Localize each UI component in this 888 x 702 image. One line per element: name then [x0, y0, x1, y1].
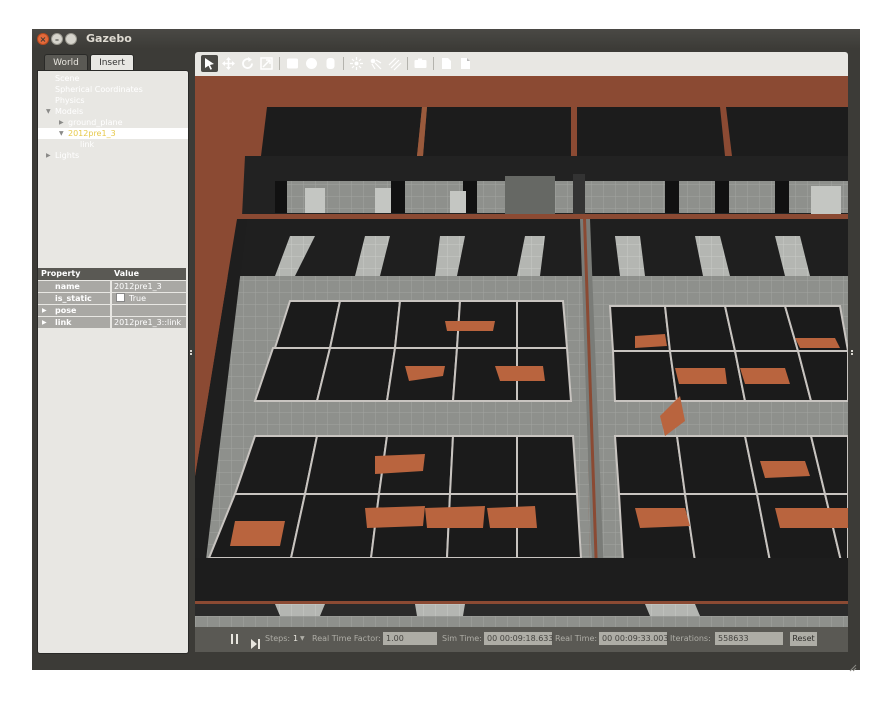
steps-value[interactable]: 1: [293, 634, 298, 643]
rotate-icon[interactable]: [239, 55, 256, 72]
sphere-icon[interactable]: [303, 55, 320, 72]
property-row-is-static[interactable]: is_static True: [38, 293, 186, 304]
collapsed-arrow-icon[interactable]: ▶: [42, 305, 47, 316]
iterations-label: Iterations:: [670, 634, 711, 643]
tree-item-label: link: [80, 140, 95, 149]
tree-item-label: ground_plane: [68, 118, 123, 127]
property-table: Property Value name 2012pre1_3 is_static…: [38, 268, 186, 328]
collapsed-arrow-icon[interactable]: ▶: [42, 317, 47, 328]
minimize-window-button[interactable]: –: [51, 33, 63, 45]
expanded-arrow-icon[interactable]: ▼: [59, 128, 64, 139]
resize-grip-icon[interactable]: [847, 657, 857, 672]
office-3d-scene: [195, 76, 848, 627]
translate-icon[interactable]: [220, 55, 237, 72]
cylinder-icon[interactable]: [322, 55, 339, 72]
is-static-checkbox[interactable]: [116, 293, 125, 302]
close-window-button[interactable]: ×: [37, 33, 49, 45]
property-key: is_static: [55, 294, 92, 303]
reset-button[interactable]: Reset: [790, 632, 817, 646]
property-key: name: [55, 282, 80, 291]
point-light-icon[interactable]: [348, 55, 365, 72]
real-time-label: Real Time:: [555, 634, 598, 643]
real-time-factor-field: 1.00: [383, 632, 437, 645]
tree-item-spherical-coordinates[interactable]: Spherical Coordinates: [38, 84, 188, 95]
select-arrow-icon[interactable]: [201, 55, 218, 72]
tree-item-scene[interactable]: Scene: [38, 73, 188, 84]
simulation-status-bar: Steps: 1 ▼ Real Time Factor: 1.00 Sim Ti…: [195, 627, 848, 652]
spot-light-icon[interactable]: [367, 55, 384, 72]
tree-item-2012pre1-3[interactable]: ▼ 2012pre1_3: [38, 128, 188, 139]
step-icon[interactable]: [251, 634, 260, 649]
property-value: True: [129, 294, 146, 303]
value-column-header: Value: [114, 269, 140, 278]
tree-item-label: Models: [55, 107, 84, 116]
sim-time-label: Sim Time:: [442, 634, 482, 643]
pause-icon[interactable]: [231, 634, 239, 644]
scale-icon[interactable]: [258, 55, 275, 72]
iterations-field: 558633: [715, 632, 783, 645]
property-table-header: Property Value: [38, 268, 186, 280]
left-splitter-handle[interactable]: [189, 349, 193, 359]
world-panel: Scene Spherical Coordinates Physics ▼ Mo…: [37, 70, 189, 654]
maximize-window-button[interactable]: [65, 33, 77, 45]
paste-icon[interactable]: [457, 55, 474, 72]
property-value: 2012pre1_3: [114, 282, 162, 291]
title-bar: × – Gazebo: [32, 29, 860, 49]
sim-time-field: 00 00:09:18.633: [484, 632, 553, 645]
real-time-factor-label: Real Time Factor:: [312, 634, 381, 643]
tree-item-physics[interactable]: Physics: [38, 95, 188, 106]
steps-label: Steps:: [265, 634, 291, 643]
toolbar: [195, 52, 848, 76]
tree-item-label: Spherical Coordinates: [55, 85, 143, 94]
toolbar-separator: [343, 57, 344, 70]
window-title: Gazebo: [86, 32, 132, 45]
right-splitter-handle[interactable]: [850, 349, 854, 359]
toolbar-separator: [279, 57, 280, 70]
property-row-link[interactable]: ▶ link 2012pre1_3::link: [38, 317, 186, 328]
world-tree: Scene Spherical Coordinates Physics ▼ Mo…: [38, 73, 188, 161]
property-row-pose[interactable]: ▶ pose: [38, 305, 186, 316]
scene-viewport[interactable]: [195, 76, 848, 627]
steps-dropdown-icon[interactable]: ▼: [300, 635, 305, 642]
gazebo-window: × – Gazebo World Insert Scene Spherical …: [32, 29, 860, 672]
tree-item-label: Scene: [55, 74, 80, 83]
expanded-arrow-icon[interactable]: ▼: [46, 106, 51, 117]
tree-item-label: Lights: [55, 151, 80, 160]
tree-item-link[interactable]: link: [38, 139, 188, 150]
tab-world[interactable]: World: [44, 54, 88, 70]
toolbar-separator: [407, 57, 408, 70]
copy-icon[interactable]: [438, 55, 455, 72]
real-time-field: 00 00:09:33.003: [599, 632, 668, 645]
tree-item-lights[interactable]: ▶ Lights: [38, 150, 188, 161]
screenshot-icon[interactable]: [412, 55, 429, 72]
property-column-header: Property: [41, 269, 81, 278]
tree-item-label: Physics: [55, 96, 85, 105]
tab-insert[interactable]: Insert: [90, 54, 134, 70]
property-value: 2012pre1_3::link: [114, 318, 182, 327]
box-icon[interactable]: [284, 55, 301, 72]
tree-item-ground-plane[interactable]: ▶ ground_plane: [38, 117, 188, 128]
directional-light-icon[interactable]: [386, 55, 403, 72]
collapsed-arrow-icon[interactable]: ▶: [46, 150, 51, 161]
tree-item-models[interactable]: ▼ Models: [38, 106, 188, 117]
toolbar-separator: [433, 57, 434, 70]
property-row-name[interactable]: name 2012pre1_3: [38, 281, 186, 292]
tree-item-label: 2012pre1_3: [68, 129, 116, 138]
collapsed-arrow-icon[interactable]: ▶: [59, 117, 64, 128]
